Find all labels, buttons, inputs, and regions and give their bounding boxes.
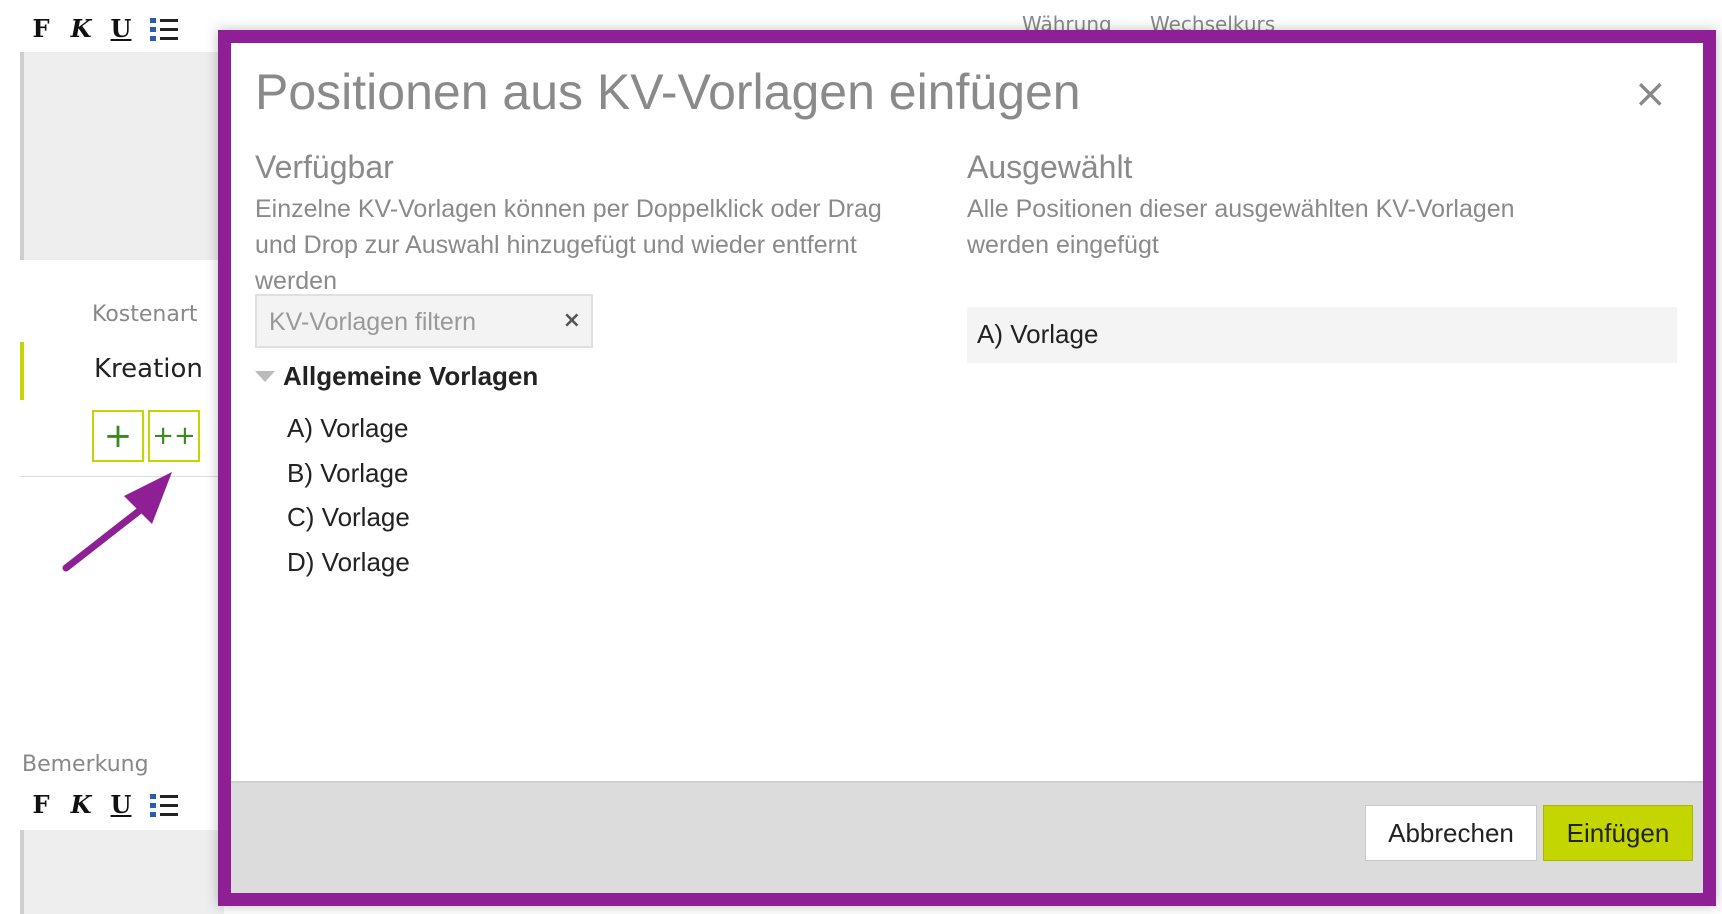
italic-button[interactable]: K (70, 790, 92, 819)
template-filter: × (255, 294, 593, 348)
underline-button[interactable]: U (110, 790, 132, 819)
dialog-footer: Abbrechen Einfügen (231, 781, 1703, 893)
available-template-item[interactable]: D) Vorlage (287, 547, 410, 592)
bold-button[interactable]: F (30, 790, 52, 819)
add-from-templates-button[interactable]: ++ (148, 410, 200, 462)
plus-icon: + (103, 416, 133, 456)
kostenart-label: Kostenart (92, 302, 198, 327)
add-position-button[interactable]: + (92, 410, 144, 462)
plus-plus-icon: ++ (152, 421, 196, 451)
available-title: Verfügbar (255, 149, 394, 185)
pointer-arrow-icon (62, 472, 172, 572)
rich-text-toolbar-top: F K U (30, 14, 180, 43)
dialog-title: Positionen aus KV-Vorlagen einfügen (255, 64, 1081, 120)
insert-button[interactable]: Einfügen (1543, 805, 1693, 861)
available-description: Einzelne KV-Vorlagen können per Doppelkl… (255, 195, 882, 295)
bold-button[interactable]: F (30, 14, 52, 43)
available-template-item[interactable]: A) Vorlage (287, 413, 410, 458)
selected-title: Ausgewählt (967, 149, 1133, 185)
template-filter-input[interactable] (267, 304, 551, 340)
selected-template-item[interactable]: A) Vorlage (977, 319, 1098, 350)
kreation-label: Kreation (94, 354, 203, 384)
caret-down-icon[interactable] (255, 371, 275, 382)
available-template-list: A) Vorlage B) Vorlage C) Vorlage D) Vorl… (287, 413, 410, 591)
ordered-list-icon[interactable] (150, 791, 180, 819)
italic-button[interactable]: K (70, 14, 92, 43)
tree-group-label: Allgemeine Vorlagen (283, 361, 539, 391)
ordered-list-icon[interactable] (150, 15, 180, 43)
kostenart-row-kreation[interactable]: Kreation (20, 342, 224, 400)
underline-button[interactable]: U (110, 14, 132, 43)
insert-templates-dialog: Positionen aus KV-Vorlagen einfügen × Ve… (218, 30, 1716, 906)
text-editor-area[interactable] (20, 52, 224, 260)
cancel-button[interactable]: Abbrechen (1365, 805, 1537, 861)
tree-group-allgemeine-vorlagen[interactable]: Allgemeine Vorlagen (255, 361, 538, 392)
clear-filter-icon[interactable]: × (563, 308, 581, 333)
bemerkung-label: Bemerkung (22, 752, 149, 777)
available-template-item[interactable]: B) Vorlage (287, 458, 410, 503)
close-icon[interactable]: × (1633, 71, 1667, 117)
selected-description: Alle Positionen dieser ausgewählten KV-V… (967, 195, 1515, 259)
bemerkung-editor-area[interactable] (20, 830, 224, 914)
rich-text-toolbar-bottom: F K U (30, 790, 180, 819)
selected-template-list[interactable]: A) Vorlage (967, 307, 1677, 363)
available-template-item[interactable]: C) Vorlage (287, 502, 410, 547)
